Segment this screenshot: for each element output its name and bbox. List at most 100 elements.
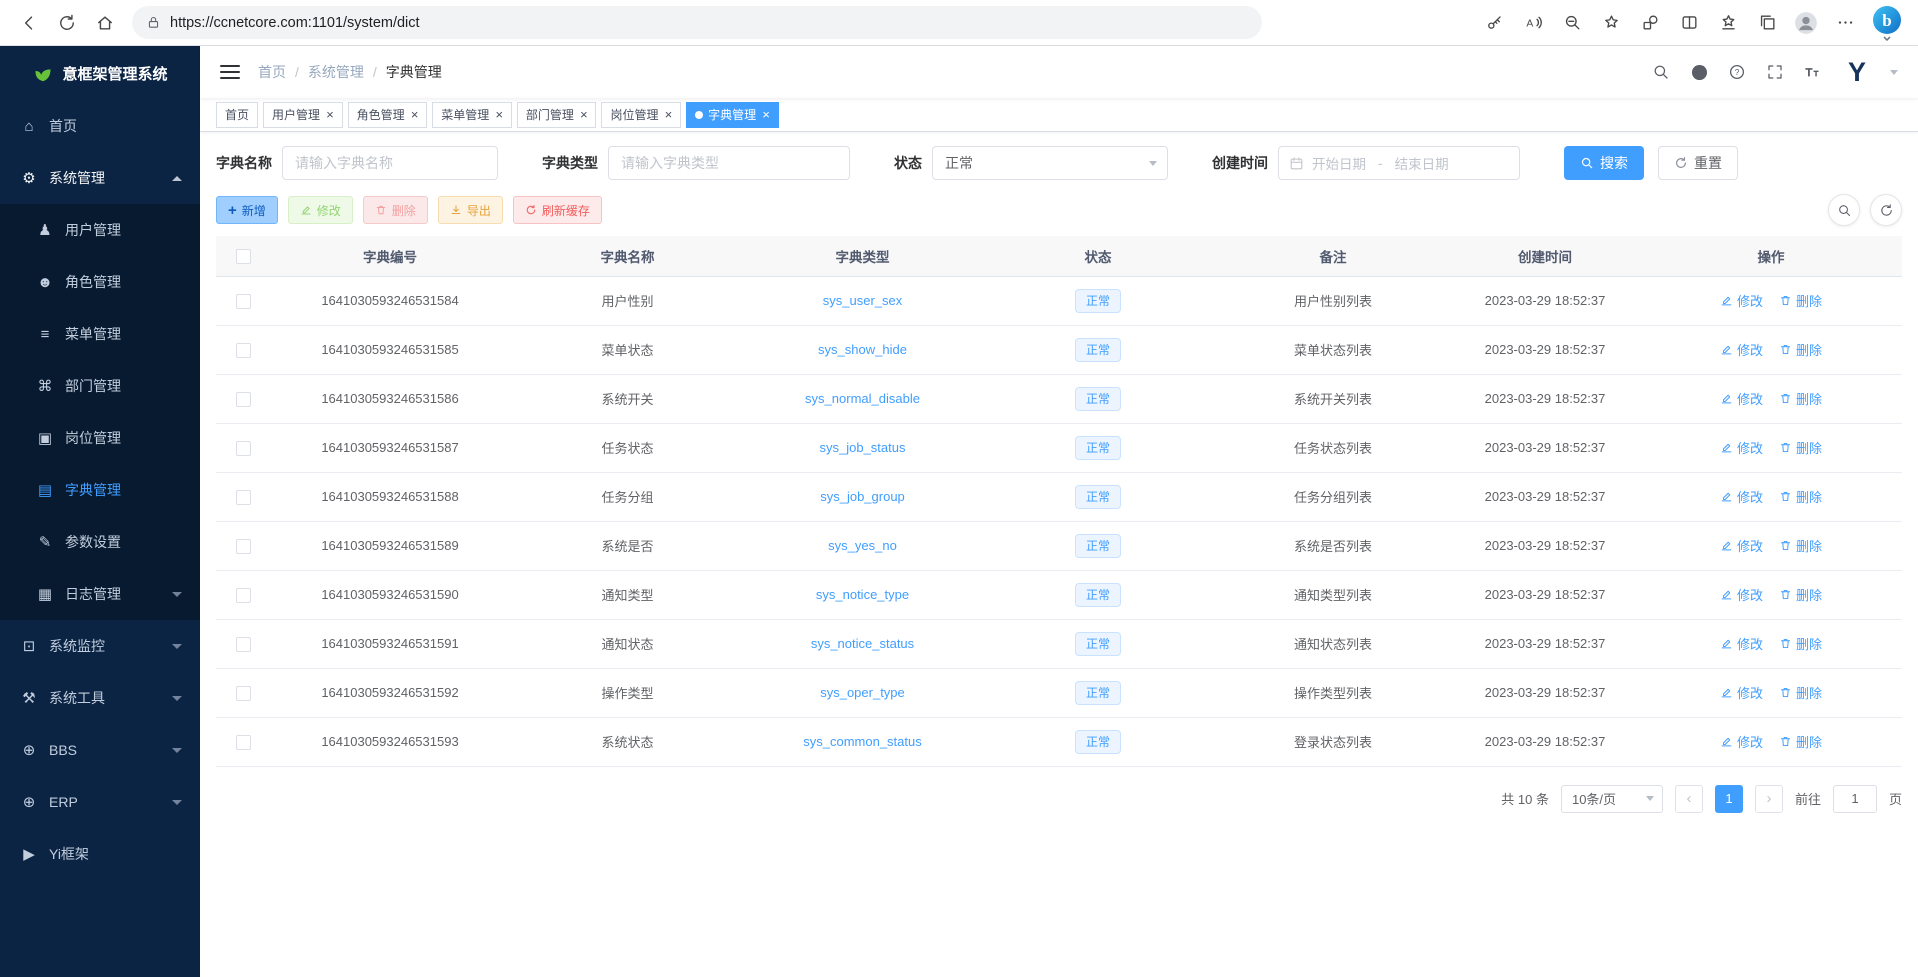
favorites-icon[interactable] [1712,7,1744,39]
row-checkbox[interactable] [236,343,251,358]
sidebar-item[interactable]: ⊕ERP [0,776,200,828]
row-edit-button[interactable]: 修改 [1720,585,1763,604]
close-icon[interactable]: × [495,108,503,121]
add-favorite-icon[interactable] [1595,7,1627,39]
row-delete-button[interactable]: 删除 [1779,634,1822,653]
profile-avatar[interactable] [1790,7,1822,39]
collections-icon[interactable] [1751,7,1783,39]
tab-active[interactable]: 字典管理× [686,102,779,128]
row-checkbox[interactable] [236,392,251,407]
row-delete-button[interactable]: 删除 [1779,487,1822,506]
row-delete-button[interactable]: 删除 [1779,340,1822,359]
row-delete-button[interactable]: 删除 [1779,291,1822,310]
toggle-search-button[interactable] [1828,194,1860,226]
reload-icon[interactable] [50,6,84,40]
dict-type-link[interactable]: sys_notice_status [811,636,914,651]
dict-name-input[interactable] [282,146,498,180]
row-checkbox[interactable] [236,735,251,750]
zoom-icon[interactable] [1556,7,1588,39]
prev-page-button[interactable]: ‹ [1675,785,1703,813]
shapes-icon[interactable] [1634,7,1666,39]
dict-type-link[interactable]: sys_user_sex [823,293,902,308]
export-button[interactable]: 导出 [438,196,503,224]
tab-item[interactable]: 首页 [216,102,258,128]
split-screen-icon[interactable] [1673,7,1705,39]
close-icon[interactable]: × [326,108,334,121]
row-delete-button[interactable]: 删除 [1779,536,1822,555]
dict-type-link[interactable]: sys_notice_type [816,587,909,602]
tab-item[interactable]: 角色管理× [348,102,428,128]
row-edit-button[interactable]: 修改 [1720,389,1763,408]
close-icon[interactable]: × [580,108,588,121]
tab-item[interactable]: 部门管理× [517,102,597,128]
dict-type-link[interactable]: sys_job_status [820,440,906,455]
row-checkbox[interactable] [236,588,251,603]
row-edit-button[interactable]: 修改 [1720,340,1763,359]
row-delete-button[interactable]: 删除 [1779,683,1822,702]
row-checkbox[interactable] [236,686,251,701]
sidebar-item[interactable]: ▣岗位管理 [0,412,200,464]
reset-button[interactable]: 重置 [1658,146,1738,180]
row-edit-button[interactable]: 修改 [1720,732,1763,751]
sidebar-item[interactable]: ☻角色管理 [0,256,200,308]
refresh-table-button[interactable] [1870,194,1902,226]
sidebar-item[interactable]: ⌘部门管理 [0,360,200,412]
row-edit-button[interactable]: 修改 [1720,683,1763,702]
row-delete-button[interactable]: 删除 [1779,438,1822,457]
next-page-button[interactable]: › [1755,785,1783,813]
row-checkbox[interactable] [236,539,251,554]
sidebar-item[interactable]: ⌂首页 [0,100,200,152]
dict-type-link[interactable]: sys_job_group [820,489,905,504]
bing-icon[interactable]: b [1868,5,1906,41]
row-checkbox[interactable] [236,441,251,456]
row-delete-button[interactable]: 删除 [1779,585,1822,604]
sidebar-item[interactable]: ✎参数设置 [0,516,200,568]
row-edit-button[interactable]: 修改 [1720,487,1763,506]
tab-item[interactable]: 菜单管理× [432,102,512,128]
row-checkbox[interactable] [236,637,251,652]
breadcrumb-item-system[interactable]: 系统管理 [308,62,364,82]
dict-type-input[interactable] [608,146,850,180]
dict-type-link[interactable]: sys_oper_type [820,685,905,700]
row-edit-button[interactable]: 修改 [1720,634,1763,653]
row-delete-button[interactable]: 删除 [1779,389,1822,408]
row-checkbox[interactable] [236,294,251,309]
user-avatar[interactable]: Y [1840,55,1874,89]
sidebar-item[interactable]: ≡菜单管理 [0,308,200,360]
close-icon[interactable]: × [664,108,672,121]
sidebar-item[interactable]: ▤字典管理 [0,464,200,516]
refresh-cache-button[interactable]: 刷新缓存 [513,196,602,224]
key-icon[interactable] [1478,7,1510,39]
sidebar-item[interactable]: ♟用户管理 [0,204,200,256]
dict-type-link[interactable]: sys_normal_disable [805,391,920,406]
dict-type-link[interactable]: sys_yes_no [828,538,897,553]
dict-type-link[interactable]: sys_show_hide [818,342,907,357]
sidebar-item[interactable]: ⊕BBS [0,724,200,776]
select-all-checkbox[interactable] [236,249,251,264]
edit-button[interactable]: 修改 [288,196,353,224]
sidebar-item[interactable]: ▶Yi框架 [0,828,200,880]
row-edit-button[interactable]: 修改 [1720,438,1763,457]
page-number-button[interactable]: 1 [1715,785,1743,813]
dict-type-link[interactable]: sys_common_status [803,734,922,749]
more-menu-icon[interactable] [1829,7,1861,39]
status-select[interactable]: 正常 [932,146,1168,180]
address-bar[interactable]: https://ccnetcore.com:1101/system/dict [132,6,1262,39]
help-icon[interactable]: ? [1726,61,1748,83]
read-aloud-icon[interactable]: A [1517,7,1549,39]
row-checkbox[interactable] [236,490,251,505]
tab-item[interactable]: 用户管理× [263,102,343,128]
page-size-select[interactable]: 10条/页 [1561,785,1663,813]
sidebar-item[interactable]: ⚒系统工具 [0,672,200,724]
delete-button[interactable]: 删除 [363,196,428,224]
chevron-down-icon[interactable] [1890,70,1898,75]
row-edit-button[interactable]: 修改 [1720,291,1763,310]
close-icon[interactable]: × [762,108,770,121]
search-icon[interactable] [1650,61,1672,83]
sidebar-item[interactable]: ⊡系统监控 [0,620,200,672]
row-delete-button[interactable]: 删除 [1779,732,1822,751]
back-icon[interactable] [12,6,46,40]
close-icon[interactable]: × [411,108,419,121]
row-edit-button[interactable]: 修改 [1720,536,1763,555]
lock-icon[interactable] [146,15,161,30]
